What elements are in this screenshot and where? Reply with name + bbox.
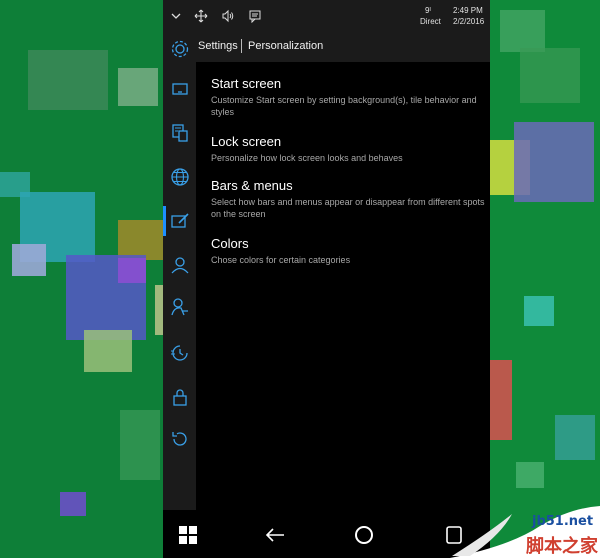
tablet-icon[interactable] — [169, 78, 191, 100]
list-item-lock-screen[interactable]: Lock screen Personalize how lock screen … — [211, 134, 486, 164]
item-title: Start screen — [211, 76, 282, 91]
message-icon[interactable] — [248, 9, 262, 23]
item-title: Bars & menus — [211, 178, 293, 193]
personalization-icon[interactable] — [169, 210, 191, 232]
item-title: Lock screen — [211, 134, 282, 149]
watermark-url: jb51.net — [532, 514, 594, 529]
item-description: Select how bars and menus appear or disa… — [211, 197, 485, 219]
item-title: Colors — [211, 236, 249, 251]
phone-window: 9ᴵ Direct 2:49 PM 2/2/2016 Settings Pers… — [163, 0, 490, 558]
list-item-bars-menus[interactable]: Bars & menus Select how bars and menus a… — [211, 178, 486, 220]
item-description: Customize Start screen by setting backgr… — [211, 95, 477, 117]
watermark-cn-text: 脚本之家 — [526, 536, 598, 557]
navigation-bar — [163, 510, 490, 558]
chevron-down-icon[interactable] — [169, 9, 183, 23]
person-icon[interactable] — [169, 254, 191, 276]
devices-icon[interactable] — [169, 122, 191, 144]
windows-icon[interactable] — [177, 524, 199, 546]
item-description: Chose colors for certain categories — [211, 255, 351, 265]
settings-rail — [163, 40, 196, 510]
lock-icon[interactable] — [169, 386, 191, 408]
breadcrumb-separator — [241, 39, 242, 53]
item-description: Personalize how lock screen looks and be… — [211, 153, 403, 163]
volume-icon[interactable] — [221, 9, 235, 23]
update-icon[interactable] — [169, 428, 191, 450]
gear-icon[interactable] — [169, 38, 191, 60]
breadcrumb-settings[interactable]: Settings — [198, 40, 238, 52]
page-title: Personalization — [248, 40, 324, 52]
back-icon[interactable] — [264, 524, 286, 546]
carrier-label: Direct — [420, 17, 441, 26]
settings-content: Start screen Customize Start screen by s… — [196, 62, 490, 510]
settings-header: Settings Personalization — [163, 32, 490, 62]
watermark: jb51.net 脚本之家 — [450, 506, 600, 558]
globe-icon[interactable] — [169, 166, 191, 188]
list-item-start-screen[interactable]: Start screen Customize Start screen by s… — [211, 76, 486, 118]
clock-icon[interactable] — [169, 342, 191, 364]
list-item-colors[interactable]: Colors Chose colors for certain categori… — [211, 236, 486, 266]
home-circle-icon[interactable] — [353, 524, 375, 546]
ease-of-access-icon[interactable] — [169, 296, 191, 318]
status-bar: 9ᴵ Direct 2:49 PM 2/2/2016 — [163, 0, 490, 32]
time-label: 2:49 PM — [453, 6, 483, 15]
date-label: 2/2/2016 — [453, 17, 485, 26]
move-icon[interactable] — [194, 9, 208, 23]
selected-indicator — [163, 206, 166, 236]
signal-indicator: 9ᴵ — [425, 6, 431, 15]
